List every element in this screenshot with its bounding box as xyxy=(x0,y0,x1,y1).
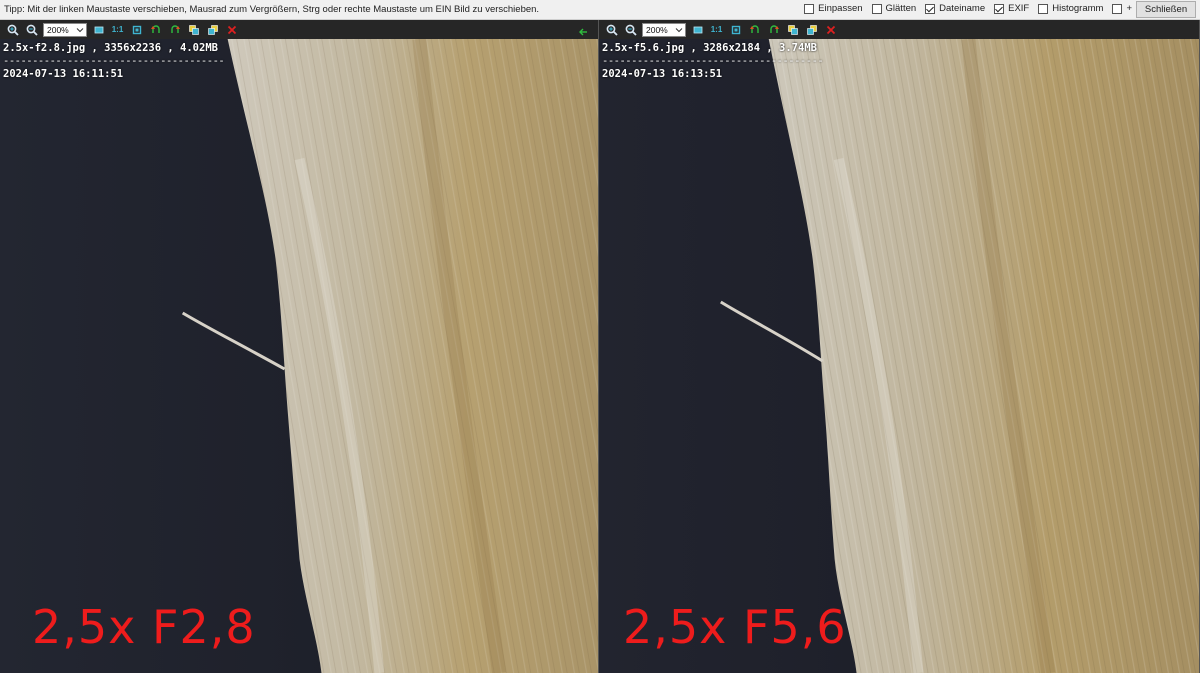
file-info-overlay: 2.5x-f5.6.jpg , 3286x2184 , 3.74MB -----… xyxy=(602,42,824,80)
image-canvas[interactable] xyxy=(0,39,598,673)
option-label: EXIF xyxy=(1008,3,1030,14)
zoom-select[interactable]: 200% xyxy=(43,22,87,37)
top-bar: Tipp: Mit der linken Maustaste verschieb… xyxy=(0,0,1200,20)
option-dateiname[interactable]: Dateiname xyxy=(925,3,985,14)
close-image-icon[interactable] xyxy=(222,21,241,38)
right-image-pane[interactable]: 200% 1:1 2.5x-f5.6.jpg , 3286x2184 , 3.7… xyxy=(599,20,1200,673)
image-canvas[interactable] xyxy=(599,39,1199,673)
aperture-label: 2,5x F2,8 xyxy=(32,600,256,654)
separator-line: -------------------------------------- xyxy=(602,55,824,67)
checkbox[interactable] xyxy=(1112,3,1123,14)
swap-image-icon[interactable] xyxy=(203,21,222,38)
zoom-value: 200% xyxy=(646,24,668,35)
tip-text: Tipp: Mit der linken Maustaste verschieb… xyxy=(4,4,540,15)
zoom-select[interactable]: 200% xyxy=(642,22,686,37)
actual-size-label: 1:1 xyxy=(111,25,124,34)
copy-image-icon[interactable] xyxy=(184,21,203,38)
option-label: Einpassen xyxy=(818,3,863,14)
rotate-right-icon[interactable] xyxy=(764,21,783,38)
fit-window-icon[interactable] xyxy=(89,21,108,38)
zoom-value: 200% xyxy=(47,24,69,35)
fit-window-icon[interactable] xyxy=(688,21,707,38)
filename: 2.5x-f5.6.jpg xyxy=(602,42,685,54)
copy-image-icon[interactable] xyxy=(783,21,802,38)
rotate-right-icon[interactable] xyxy=(165,21,184,38)
exif-datetime: 2024-07-13 16:11:51 xyxy=(3,68,124,80)
swap-image-icon[interactable] xyxy=(802,21,821,38)
zoom-in-icon[interactable] xyxy=(3,21,22,38)
actual-size-label: 1:1 xyxy=(710,25,723,34)
exif-datetime: 2024-07-13 16:13:51 xyxy=(602,68,723,80)
arrow-left-icon[interactable] xyxy=(573,23,592,40)
option-glaetten[interactable]: Glätten xyxy=(871,3,917,14)
zoom-out-icon[interactable] xyxy=(621,21,640,38)
image-dimensions: 3356x2236 xyxy=(104,42,162,54)
left-image-pane[interactable]: 200% 1:1 2.5x-f2.8.jpg , 3356x2236 , 4.0… xyxy=(0,20,599,673)
zoom-out-icon[interactable] xyxy=(22,21,41,38)
close-button[interactable]: Schließen xyxy=(1136,1,1196,18)
option-label: Dateiname xyxy=(939,3,986,14)
checkbox[interactable] xyxy=(804,3,815,14)
filename: 2.5x-f2.8.jpg xyxy=(3,42,86,54)
checkbox[interactable] xyxy=(1038,3,1049,14)
fullscreen-icon[interactable] xyxy=(726,21,745,38)
rotate-left-icon[interactable] xyxy=(146,21,165,38)
option-einpassen[interactable]: Einpassen xyxy=(804,3,863,14)
close-image-icon[interactable] xyxy=(821,21,840,38)
checkbox[interactable] xyxy=(925,3,936,14)
rotate-left-icon[interactable] xyxy=(745,21,764,38)
checkbox[interactable] xyxy=(994,3,1005,14)
microscope-photo xyxy=(0,39,598,673)
option-label: + xyxy=(1126,3,1132,14)
file-info-overlay: 2.5x-f2.8.jpg , 3356x2236 , 4.02MB -----… xyxy=(3,42,225,80)
option-histogramm[interactable]: Histogramm xyxy=(1038,3,1103,14)
option-plus[interactable]: + xyxy=(1112,3,1132,14)
option-exif[interactable]: EXIF xyxy=(994,3,1029,14)
actual-size-button[interactable]: 1:1 xyxy=(707,21,726,38)
image-dimensions: 3286x2184 xyxy=(703,42,761,54)
chevron-down-icon xyxy=(675,27,683,32)
fullscreen-icon[interactable] xyxy=(127,21,146,38)
zoom-in-icon[interactable] xyxy=(602,21,621,38)
view-options: Einpassen Glätten Dateiname EXIF Histogr… xyxy=(804,3,1132,14)
file-size: 3.74MB xyxy=(779,42,817,54)
aperture-label: 2,5x F5,6 xyxy=(623,600,847,654)
file-size: 4.02MB xyxy=(180,42,218,54)
microscope-photo xyxy=(599,39,1199,673)
checkbox[interactable] xyxy=(871,3,882,14)
pane-toolbar: 200% 1:1 xyxy=(0,20,598,39)
pane-toolbar: 200% 1:1 xyxy=(599,20,1199,39)
chevron-down-icon xyxy=(76,27,84,32)
actual-size-button[interactable]: 1:1 xyxy=(108,21,127,38)
option-label: Glätten xyxy=(885,3,917,14)
option-label: Histogramm xyxy=(1052,3,1104,14)
separator-line: -------------------------------------- xyxy=(3,55,225,67)
